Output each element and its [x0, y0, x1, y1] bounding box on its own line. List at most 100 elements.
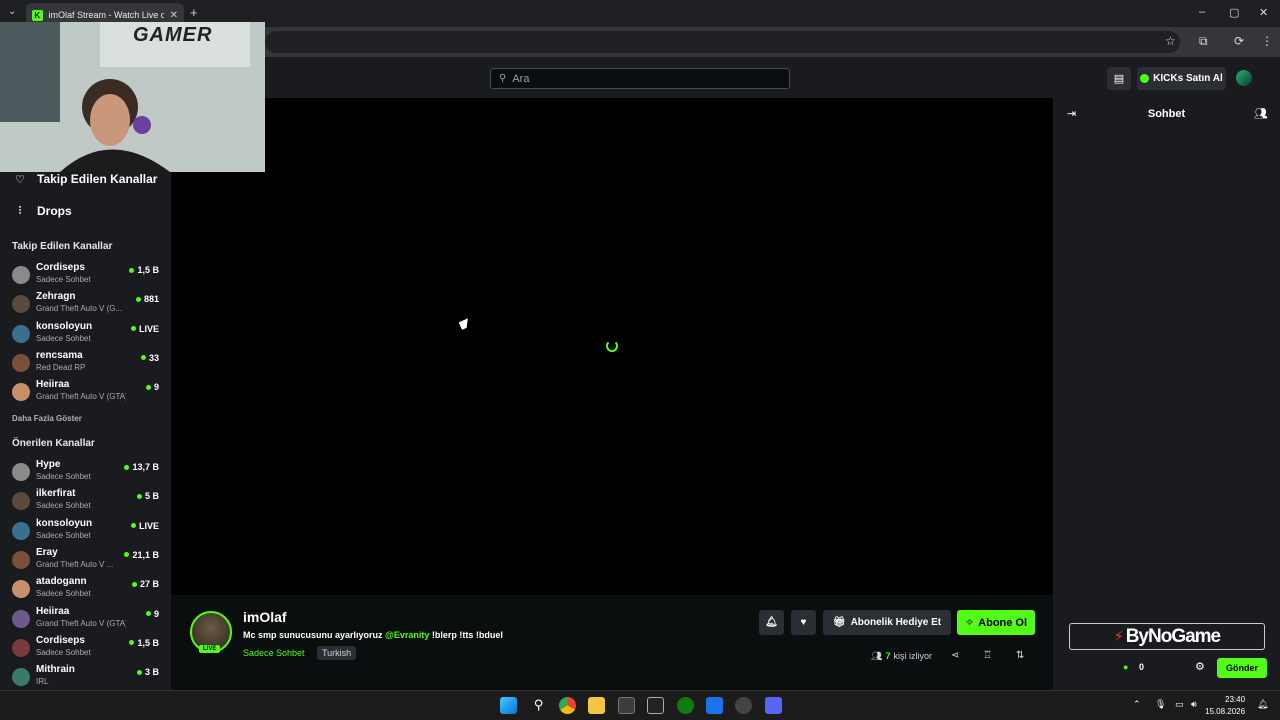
maximize-icon[interactable]: ▢ — [1229, 6, 1239, 19]
channel-row[interactable]: Cordiseps Sadece Sohbet 1,5 B — [0, 633, 171, 662]
channel-row-viewers: LIVE — [130, 324, 159, 334]
channel-row[interactable]: konsoloyun Sadece Sohbet LIVE — [0, 319, 171, 348]
minecraft-icon[interactable] — [618, 697, 635, 714]
recommended-channels-title: Önerilen Kanallar — [12, 438, 95, 449]
sync-icon[interactable]: ⟳ — [1234, 34, 1244, 48]
file-explorer-icon[interactable] — [588, 697, 605, 714]
app-c-icon[interactable] — [706, 697, 723, 714]
channel-row-name: rencsama — [36, 349, 83, 361]
chat-send-button[interactable]: Gönder — [1217, 658, 1267, 678]
channel-row[interactable]: Hype Sadece Sohbet 13,7 B — [0, 457, 171, 486]
network-icon[interactable]: ▭ — [1175, 699, 1184, 710]
stream-title-mention[interactable]: @Evranity — [385, 630, 429, 640]
channel-avatar — [12, 638, 30, 657]
channel-row[interactable]: konsoloyun Sadece Sohbet LIVE — [0, 516, 171, 545]
capcut-icon[interactable] — [647, 697, 664, 714]
video-player[interactable] — [171, 98, 1053, 595]
tab-list-icon[interactable]: ⌄ — [8, 6, 16, 17]
kicks-buy-button[interactable]: KICKs Satın Al — [1137, 67, 1226, 90]
volume-icon[interactable]: 🔊︎ — [1191, 699, 1197, 710]
channel-row[interactable]: Cordiseps Sadece Sohbet 1,5 B — [0, 260, 171, 289]
channel-row-category: Sadece Sohbet — [36, 275, 91, 284]
channel-row[interactable]: Heiiraa Grand Theft Auto V (GTA) 9 — [0, 377, 171, 406]
heart-filled-icon: ♥ — [800, 617, 807, 628]
discord-icon[interactable] — [765, 697, 782, 714]
live-dot-icon — [124, 464, 130, 470]
channel-row-category: Grand Theft Auto V (GTA) — [36, 392, 126, 402]
stream-info-bar: LIVE imOlaf Mc smp sunucusunu ayarlıyoru… — [171, 595, 1053, 690]
channel-row-category: Sadece Sohbet — [36, 333, 91, 343]
heart-icon: ♡ — [15, 173, 25, 186]
channel-row[interactable]: Eray Grand Theft Auto V ... 21,1 B — [0, 545, 171, 574]
window-close-icon[interactable]: ✕ — [1259, 6, 1268, 19]
nav-drops[interactable]: ⫶ Drops — [14, 204, 72, 218]
channel-avatar — [12, 266, 30, 284]
channel-avatar — [12, 324, 30, 343]
clip-icon[interactable]: ♖ — [983, 650, 992, 661]
settings-sliders-icon[interactable]: ⇅ — [1016, 650, 1024, 661]
channel-row-category: Sadece Sohbet — [36, 589, 91, 599]
minimize-icon[interactable]: – — [1199, 6, 1205, 18]
channel-row-category: IRL — [36, 677, 49, 687]
taskbar-search-icon[interactable]: ⚲ — [530, 697, 547, 714]
webcam-sign: GAMER — [133, 24, 213, 46]
channel-row[interactable]: atadogann Sadece Sohbet 27 B — [0, 574, 171, 603]
channel-row-viewers: 1,5 B — [129, 265, 159, 275]
subscribe-button[interactable]: ✧ Abone Ol — [957, 610, 1035, 635]
stream-category[interactable]: Sadece Sohbet — [243, 648, 305, 658]
channel-row-name: Heiiraa — [36, 605, 70, 617]
browser-menu-icon[interactable]: ⋮ — [1261, 34, 1273, 48]
channel-row[interactable]: Mithrain IRL 3 B — [0, 662, 171, 691]
user-avatar[interactable] — [1236, 70, 1252, 86]
show-more-link[interactable]: Daha Fazla Göster — [12, 414, 82, 423]
follow-button[interactable]: ♥ — [791, 610, 816, 635]
steam-icon[interactable] — [735, 697, 752, 714]
channel-avatar — [12, 492, 30, 511]
notification-bell-button[interactable]: 🔔︎ — [759, 610, 784, 635]
tray-chevron-icon[interactable]: ⌃ — [1133, 699, 1141, 710]
bookmark-star-icon[interactable]: ☆ — [1165, 34, 1176, 48]
microphone-icon[interactable]: 🎙︎ — [1155, 699, 1166, 710]
viewers-icon: 👥︎ — [871, 651, 883, 661]
channel-row[interactable]: Heiiraa Grand Theft Auto V (GTA) 9 — [0, 604, 171, 633]
channel-name[interactable]: imOlaf — [243, 609, 287, 625]
channel-row-viewers: 5 B — [136, 491, 159, 501]
xbox-icon[interactable] — [677, 697, 694, 714]
channel-row-category: Sadece Sohbet — [36, 530, 91, 540]
channel-avatar — [12, 668, 30, 687]
bynogame-banner[interactable]: ⚡ ByNoGame — [1069, 623, 1265, 650]
notification-icon[interactable]: 🔔︎ — [1257, 699, 1268, 710]
gift-subscription-label: Abonelik Hediye Et — [850, 617, 942, 628]
taskbar-clock[interactable]: 23:40 15.08.2026 — [1205, 694, 1245, 718]
chrome-icon[interactable] — [559, 697, 576, 714]
tab-close-icon[interactable]: ✕ — [170, 10, 178, 21]
star-icon: ✧ — [964, 617, 975, 629]
store-icon[interactable]: ▤ — [1107, 67, 1131, 90]
nav-following[interactable]: ♡ Takip Edilen Kanallar — [14, 172, 157, 186]
live-dot-icon — [129, 640, 135, 646]
channel-row-viewer-count: 21,1 B — [132, 549, 159, 560]
channel-row[interactable]: ilkerfirat Sadece Sohbet 5 B — [0, 486, 171, 515]
channel-row-name: ilkerfirat — [36, 488, 76, 500]
channel-row[interactable]: rencsama Red Dead RP 33 — [0, 348, 171, 377]
live-dot-icon — [145, 611, 151, 616]
windows-start-icon[interactable] — [500, 697, 517, 714]
gift-subscription-button[interactable]: 🎁︎ Abonelik Hediye Et — [823, 610, 951, 635]
channel-row-category: Grand Theft Auto V (G... — [36, 304, 123, 314]
extensions-icon[interactable]: ⧉ — [1199, 34, 1208, 49]
channel-row[interactable]: Zehragn Grand Theft Auto V (G... 881 — [0, 289, 171, 318]
chat-settings-icon[interactable]: ⚙ — [1195, 660, 1205, 673]
sidebar: ♡ Takip Edilen Kanallar ⫶ Drops Takip Ed… — [0, 98, 171, 690]
channel-row-viewers: 881 — [135, 294, 159, 304]
chat-users-icon[interactable]: 👥︎ — [1254, 107, 1268, 120]
address-bar[interactable] — [265, 31, 1180, 53]
subscribe-label: Abone Ol — [978, 616, 1028, 629]
search-input[interactable]: ⚲ Ara — [490, 68, 790, 89]
channel-row-name: Cordiseps — [36, 262, 85, 273]
new-tab-button[interactable]: + — [190, 5, 198, 20]
stream-language-tag[interactable]: Turkish — [317, 646, 357, 660]
share-icon[interactable]: ⋖ — [951, 650, 959, 661]
drops-icon: ⫶ — [18, 204, 22, 217]
channel-row-name: Heiiraa — [36, 379, 70, 391]
channel-row-category: Red Dead RP — [36, 362, 86, 372]
